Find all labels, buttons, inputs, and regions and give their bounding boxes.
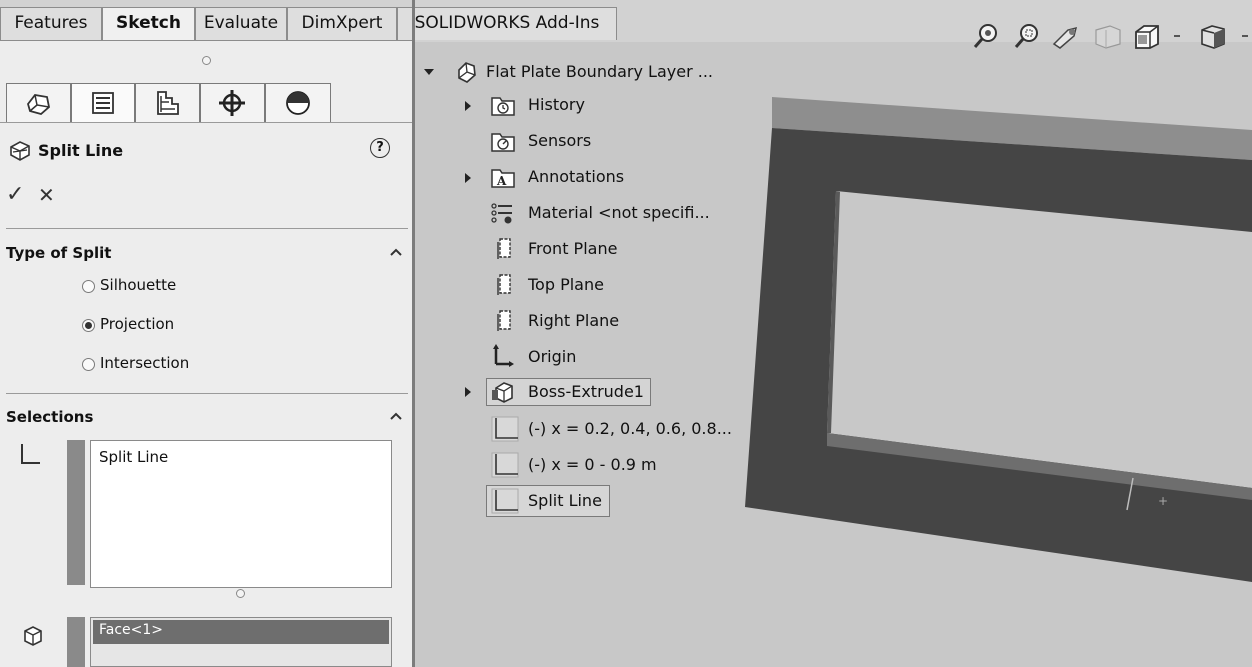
list-item-label: Face<1> (99, 622, 164, 638)
sketch-icon (491, 452, 519, 478)
chevron-down-icon[interactable] (1240, 32, 1250, 40)
tab-feature-manager[interactable] (6, 83, 71, 123)
selection-bar (67, 440, 85, 585)
dimxpert-manager-icon (219, 90, 245, 116)
zoom-to-fit-icon[interactable] (972, 22, 1000, 50)
material-icon (491, 203, 512, 224)
sensors-folder-icon (491, 133, 515, 152)
feature-manager-icon (27, 94, 50, 115)
expand-arrow-icon[interactable] (465, 173, 471, 183)
tree-item-history[interactable]: History (528, 93, 585, 117)
zoom-to-area-icon[interactable] (1012, 22, 1042, 50)
sketch-selection-list[interactable]: Split Line (90, 440, 392, 588)
tree-item-material[interactable]: Material <not specifi... (528, 201, 710, 225)
panel-collapse-handle[interactable] (202, 56, 211, 65)
expand-arrow-icon[interactable] (465, 101, 471, 111)
selected-list-item[interactable]: Face<1> (93, 620, 389, 644)
part-icon (458, 62, 476, 83)
expand-arrow-icon[interactable] (465, 387, 471, 397)
selection-bar (67, 617, 85, 667)
tree-item-origin[interactable]: Origin (528, 345, 576, 369)
tab-evaluate[interactable]: Evaluate (195, 7, 287, 40)
property-manager-panel: Split Line ? ✓ ✕ Type of Split Silhouett… (0, 41, 412, 667)
previous-view-icon[interactable] (1050, 22, 1082, 50)
faces-to-split-icon (24, 626, 42, 646)
display-style-icon[interactable] (1196, 22, 1230, 50)
section-view-icon[interactable] (1092, 22, 1124, 50)
option-label-silhouette[interactable]: Silhouette (100, 276, 176, 294)
tab-dimxpert[interactable]: DimXpert (287, 7, 397, 40)
radio-projection[interactable] (82, 319, 95, 332)
annotations-folder-icon: A (491, 169, 515, 188)
sketch-icon (491, 416, 519, 442)
property-manager-icon (92, 92, 114, 114)
tree-item-sensors[interactable]: Sensors (528, 129, 591, 153)
tree-item-sketch-x-points[interactable]: (-) x = 0.2, 0.4, 0.6, 0.8... (528, 417, 732, 441)
tree-item-split-line[interactable]: Split Line (528, 489, 602, 513)
help-icon[interactable]: ? (370, 138, 390, 158)
display-manager-icon (286, 91, 310, 115)
extrude-feature-icon (492, 382, 513, 403)
tree-item-right-plane[interactable]: Right Plane (528, 309, 619, 333)
sketch-icon (491, 488, 519, 514)
split-line-feature-icon (10, 141, 30, 161)
plane-icon (497, 310, 511, 331)
list-item[interactable]: Split Line (99, 448, 168, 466)
plane-icon (497, 238, 511, 259)
tab-solidworks-addins[interactable]: SOLIDWORKS Add-Ins (397, 7, 617, 40)
group-heading-type-of-split: Type of Split (6, 244, 112, 262)
option-label-intersection[interactable]: Intersection (100, 354, 189, 372)
svg-text:A: A (496, 174, 507, 188)
tab-configuration-manager[interactable] (135, 83, 200, 123)
face-selection-list[interactable]: Face<1> (90, 617, 392, 667)
ok-button[interactable]: ✓ (6, 182, 24, 207)
plane-icon (497, 274, 511, 295)
radio-intersection[interactable] (82, 358, 95, 371)
tree-item-annotations[interactable]: Annotations (528, 165, 624, 189)
origin-plus: + (1158, 494, 1168, 508)
cancel-button[interactable]: ✕ (38, 183, 55, 207)
radio-silhouette[interactable] (82, 280, 95, 293)
tree-item-boss-extrude1[interactable]: Boss-Extrude1 (528, 380, 644, 404)
sketch-to-project-icon (21, 444, 40, 464)
option-label-projection[interactable]: Projection (100, 315, 174, 333)
tree-root-part[interactable]: Flat Plate Boundary Layer ... (486, 60, 713, 84)
collapse-caret-icon[interactable] (389, 411, 403, 421)
collapse-caret-icon[interactable] (389, 247, 403, 257)
tab-sketch[interactable]: Sketch (102, 7, 195, 40)
view-orientation-icon[interactable] (1132, 22, 1168, 50)
tree-item-top-plane[interactable]: Top Plane (528, 273, 604, 297)
history-folder-icon (491, 97, 515, 116)
origin-icon (493, 344, 514, 367)
page-title: Split Line (38, 141, 124, 160)
tab-features[interactable]: Features (0, 7, 102, 40)
expand-arrow-icon[interactable] (424, 69, 434, 75)
panel-splitter[interactable] (412, 0, 415, 667)
list-resize-handle[interactable] (236, 589, 245, 598)
configuration-manager-icon (157, 91, 179, 115)
chevron-down-icon[interactable] (1172, 32, 1182, 40)
tab-dimxpert-manager[interactable] (200, 83, 265, 123)
tree-item-front-plane[interactable]: Front Plane (528, 237, 617, 261)
tab-property-manager[interactable] (71, 83, 135, 123)
group-heading-selections: Selections (6, 408, 94, 426)
tree-item-sketch-x-range[interactable]: (-) x = 0 - 0.9 m (528, 453, 657, 477)
tab-display-manager[interactable] (265, 83, 331, 123)
